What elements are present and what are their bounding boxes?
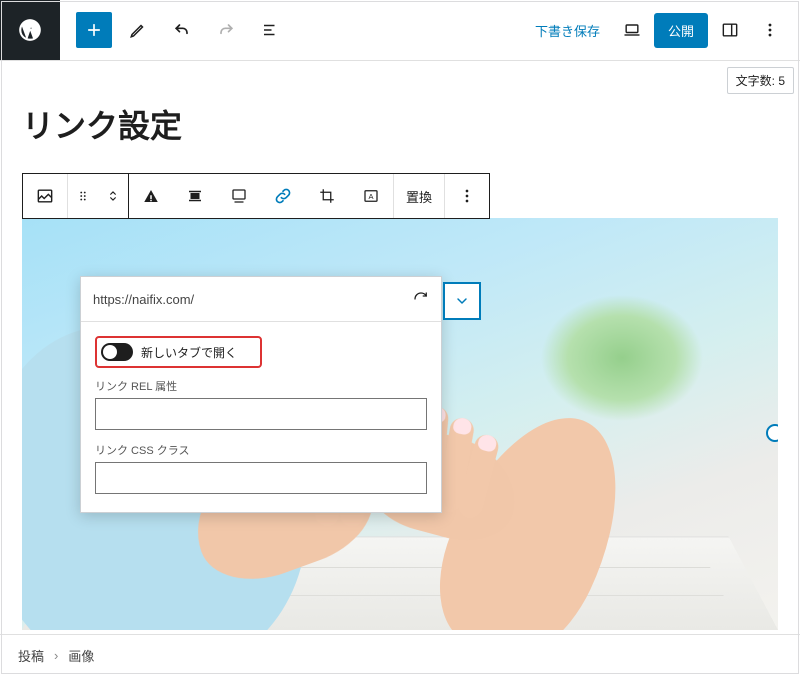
svg-text:A: A — [368, 192, 373, 201]
publish-button[interactable]: 公開 — [654, 13, 708, 48]
open-new-tab-toggle[interactable] — [101, 343, 133, 361]
outline-icon — [261, 21, 279, 39]
align-icon — [186, 187, 204, 205]
crop-button[interactable] — [305, 174, 349, 218]
redo-button — [208, 12, 244, 48]
edit-loop-icon — [412, 290, 430, 308]
top-bar-right: 下書き保存 公開 — [525, 12, 800, 48]
block-type-button[interactable] — [23, 174, 68, 218]
post-title[interactable]: リンク設定 — [22, 101, 778, 147]
chevron-right-icon: › — [54, 648, 58, 663]
editor-top-bar: 下書き保存 公開 — [0, 0, 800, 61]
link-icon — [273, 186, 293, 206]
change-alignment-button[interactable] — [129, 174, 173, 218]
link-button[interactable] — [261, 174, 305, 218]
replace-button[interactable]: 置換 — [394, 174, 445, 218]
link-url-display[interactable]: https://naifix.com/ — [81, 292, 401, 307]
redo-icon — [216, 20, 236, 40]
drag-handle[interactable] — [68, 174, 98, 218]
open-new-tab-label: 新しいタブで開く — [141, 344, 237, 361]
wordpress-icon — [17, 17, 43, 43]
drag-handle-icon — [76, 189, 90, 203]
link-rel-input[interactable] — [95, 398, 427, 430]
laptop-icon — [622, 20, 642, 40]
wordpress-logo[interactable] — [0, 0, 60, 60]
image-caption-icon — [230, 187, 248, 205]
word-count-badge: 文字数: 5 — [727, 67, 794, 94]
open-new-tab-row: 新しいタブで開く — [95, 336, 262, 368]
crop-icon — [318, 187, 336, 205]
block-breadcrumb: 投稿 › 画像 — [0, 634, 800, 675]
add-block-button[interactable] — [76, 12, 112, 48]
save-draft-button[interactable]: 下書き保存 — [525, 13, 610, 48]
image-icon — [35, 186, 55, 206]
triangle-warning-icon — [142, 187, 160, 205]
preview-button[interactable] — [614, 12, 650, 48]
pencil-icon — [129, 21, 147, 39]
more-menu-button[interactable] — [752, 12, 788, 48]
breadcrumb-root[interactable]: 投稿 — [18, 646, 44, 665]
resize-handle-right[interactable] — [766, 424, 778, 442]
tools-button[interactable] — [120, 12, 156, 48]
settings-sidebar-button[interactable] — [712, 12, 748, 48]
align-button[interactable] — [173, 174, 217, 218]
link-advanced-toggle[interactable] — [443, 282, 481, 320]
breadcrumb-child[interactable]: 画像 — [68, 646, 94, 665]
link-rel-label: リンク REL 属性 — [95, 378, 427, 394]
link-css-input[interactable] — [95, 462, 427, 494]
link-settings-popover: https://naifix.com/ 新しいタブで開く リンク REL 属性 … — [80, 276, 442, 513]
block-toolbar: A 置換 — [22, 173, 778, 219]
caption-button[interactable] — [217, 174, 261, 218]
top-bar-left — [60, 12, 288, 48]
move-up-down[interactable] — [98, 174, 128, 218]
link-advanced-panel: 新しいタブで開く リンク REL 属性 リンク CSS クラス — [81, 322, 441, 512]
kebab-icon — [457, 186, 477, 206]
undo-icon — [172, 20, 192, 40]
link-edit-button[interactable] — [401, 277, 441, 321]
link-css-label: リンク CSS クラス — [95, 442, 427, 458]
plus-icon — [84, 20, 104, 40]
chevrons-vertical-icon — [106, 186, 120, 206]
editor-canvas: 文字数: 5 リンク設定 — [0, 61, 800, 636]
block-more-button[interactable] — [445, 174, 489, 218]
kebab-icon — [760, 20, 780, 40]
chevron-down-icon — [454, 293, 470, 309]
text-overlay-button[interactable]: A — [349, 174, 394, 218]
sidebar-panel-icon — [720, 20, 740, 40]
link-url-row: https://naifix.com/ — [81, 277, 441, 322]
document-outline-button[interactable] — [252, 12, 288, 48]
undo-button[interactable] — [164, 12, 200, 48]
text-overlay-icon: A — [362, 187, 380, 205]
